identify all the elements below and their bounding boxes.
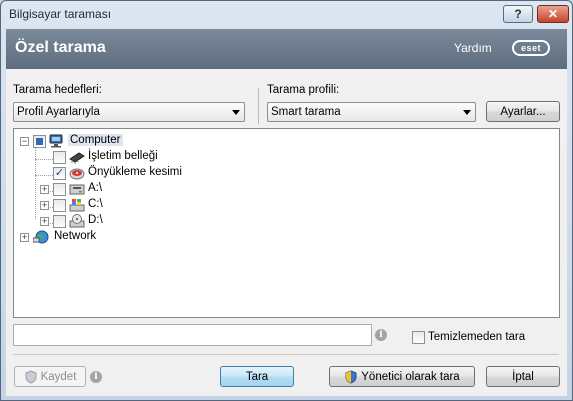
targets-select[interactable]: Profil Ayarlarıyla [13,102,245,122]
computer-icon [49,134,63,148]
disk-icon [69,168,85,180]
expand-toggle[interactable]: + [40,201,49,210]
tree-label-computer: Computer [68,134,123,146]
title-bar: Bilgisayar taraması ? ✕ [1,1,572,28]
profile-select[interactable]: Smart tarama [267,102,476,122]
drive-d-checkbox[interactable] [53,215,66,228]
header-banner: Özel tarama Yardım eset [6,29,567,69]
help-link[interactable]: Yardım [454,41,492,55]
no-clean-label: Temizlemeden tara [428,331,526,343]
chevron-down-icon [232,110,240,115]
expand-toggle[interactable]: + [20,233,29,242]
save-button-label: Kaydet [40,370,77,383]
tree-node-drive-a[interactable]: + A:\ [14,181,214,197]
drive-a-checkbox[interactable] [53,183,66,196]
chevron-down-icon [463,110,471,115]
profile-select-value: Smart tarama [271,106,341,118]
scan-button[interactable]: Tara [220,366,294,387]
tree-node-computer[interactable]: − Computer [14,133,214,149]
targets-select-value: Profil Ayarlarıyla [17,106,100,118]
help-button[interactable]: ? [503,5,533,23]
eset-logo: eset [512,40,550,56]
expand-toggle[interactable]: + [40,217,49,226]
cancel-button[interactable]: İptal [486,366,560,387]
shield-icon [25,369,37,384]
info-icon[interactable]: i [90,371,102,383]
collapse-toggle[interactable]: − [20,137,29,146]
memory-checkbox[interactable] [53,151,66,164]
settings-button[interactable]: Ayarlar... [486,101,560,122]
dialog-content: Tarama hedefleri: Profil Ayarlarıyla Tar… [6,69,567,396]
boot-checkbox[interactable]: ✓ [53,167,66,180]
memory-chip-icon [69,152,85,164]
info-icon[interactable]: i [375,329,387,341]
tree-label-network: Network [54,230,97,242]
tree-node-network[interactable]: + Network [14,229,214,245]
save-button[interactable]: Kaydet [14,366,86,387]
optical-drive-icon [69,214,85,228]
tree-label-drive-c: C:\ [88,198,103,210]
tree-label-drive-d: D:\ [88,214,103,226]
tree-node-memory[interactable]: İşletim belleği [14,149,214,165]
profile-label: Tarama profili: [267,84,340,96]
scan-target-tree[interactable]: − Computer İşletim belleği ✓ Önyükleme k… [13,128,560,318]
tree-node-drive-c[interactable]: + C:\ [14,197,214,213]
scan-as-admin-label: Yönetici olarak tara [361,370,460,383]
no-clean-checkbox[interactable] [412,331,425,344]
computer-checkbox[interactable] [33,135,46,148]
system-drive-icon [69,199,85,212]
tree-node-drive-d[interactable]: + D:\ [14,213,214,229]
floppy-drive-icon [69,184,85,195]
drive-c-checkbox[interactable] [53,199,66,212]
tree-label-boot: Önyükleme kesimi [88,166,182,178]
close-button[interactable]: ✕ [537,5,569,23]
divider [13,354,559,355]
window-title: Bilgisayar taraması [9,7,112,21]
divider [258,88,259,124]
uac-shield-icon [345,369,357,384]
tree-node-boot[interactable]: ✓ Önyükleme kesimi [14,165,214,181]
dialog-window: Bilgisayar taraması ? ✕ Özel tarama Yard… [0,0,573,401]
expand-toggle[interactable]: + [40,185,49,194]
page-title: Özel tarama [15,39,106,56]
tree-label-memory: İşletim belleği [88,150,158,162]
targets-label: Tarama hedefleri: [13,84,102,96]
network-icon [33,230,49,244]
scan-path-input[interactable] [13,324,372,346]
tree-label-drive-a: A:\ [88,182,103,194]
scan-as-admin-button[interactable]: Yönetici olarak tara [329,366,475,387]
